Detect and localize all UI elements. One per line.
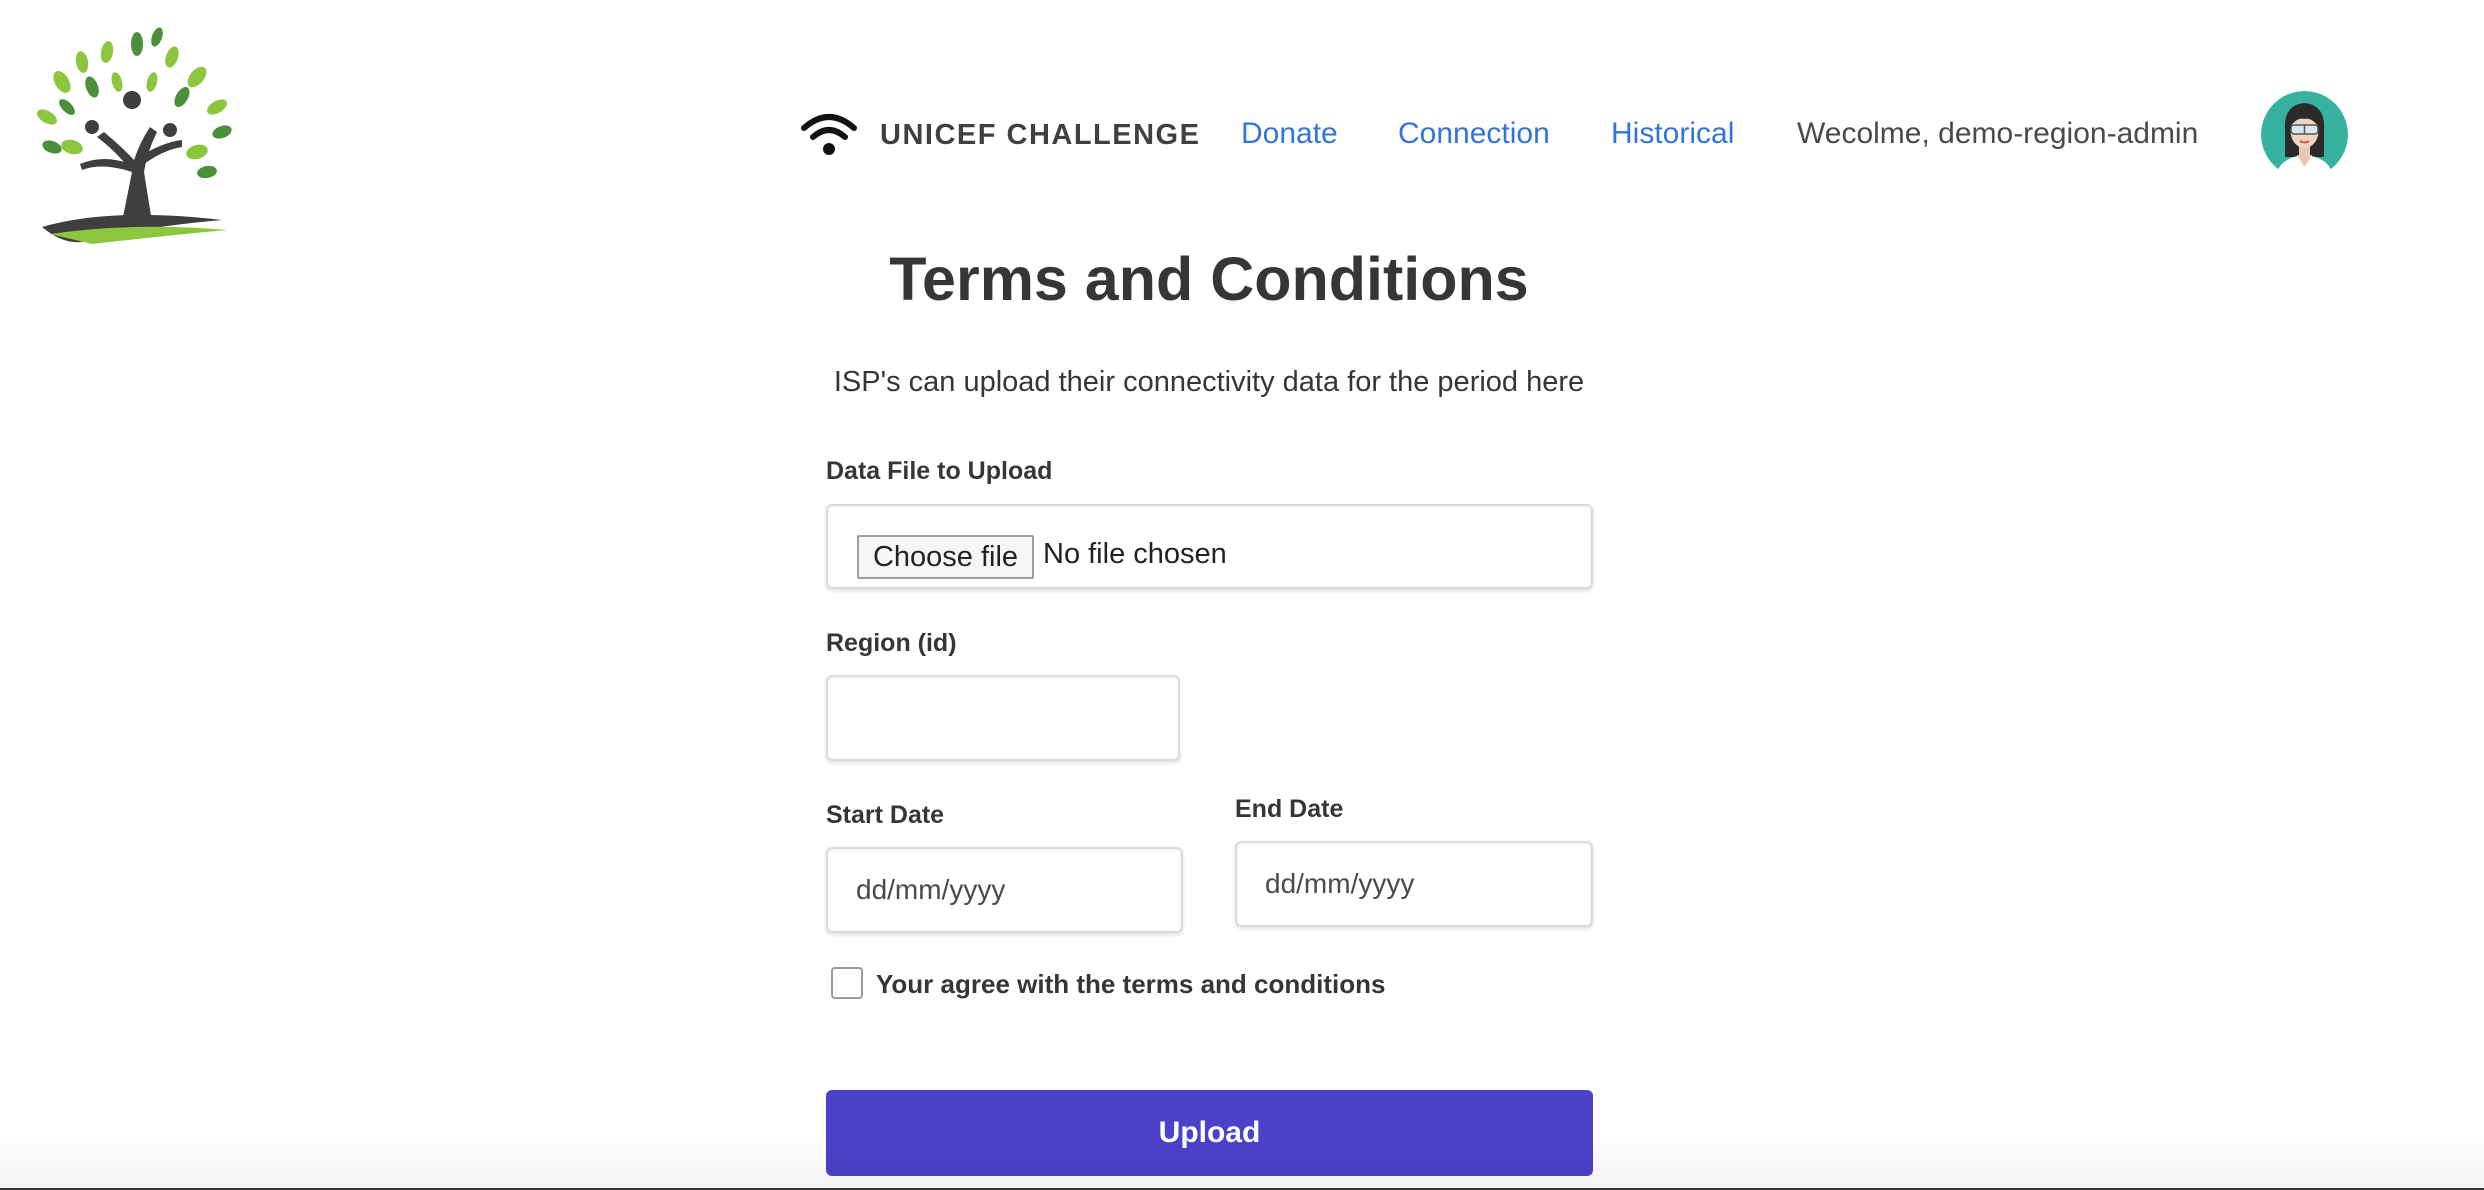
end-date-input[interactable] xyxy=(1235,841,1593,927)
navbar-brand[interactable]: UNICEF CHALLENGE xyxy=(800,112,1200,158)
nav-link-historical[interactable]: Historical xyxy=(1611,117,1734,151)
agree-label: Your agree with the terms and conditions xyxy=(876,969,1386,999)
choose-file-button[interactable]: Choose file xyxy=(857,535,1034,579)
page-title: Terms and Conditions xyxy=(889,245,1529,313)
nav-link-connection[interactable]: Connection xyxy=(1398,117,1550,151)
file-upload-field[interactable]: Choose file No file chosen xyxy=(826,504,1593,589)
brand-title: UNICEF CHALLENGE xyxy=(880,118,1201,151)
end-date-label: End Date xyxy=(1235,795,1344,823)
agree-checkbox[interactable] xyxy=(831,967,863,999)
region-input[interactable] xyxy=(826,675,1180,761)
wifi-icon xyxy=(801,114,857,155)
upload-button[interactable]: Upload xyxy=(826,1090,1593,1176)
nav-link-donate[interactable]: Donate xyxy=(1241,117,1338,151)
start-date-label: Start Date xyxy=(826,801,945,829)
region-label: Region (id) xyxy=(826,629,957,657)
page: UNICEF CHALLENGE Donate Connection Histo… xyxy=(0,0,2484,1190)
user-avatar[interactable] xyxy=(2261,91,2348,178)
file-status: No file chosen xyxy=(1043,538,1227,570)
tree-logo xyxy=(37,27,232,244)
welcome-message: Wecolme, demo-region-admin xyxy=(1797,117,2199,150)
page-subtitle: ISP's can upload their connectivity data… xyxy=(833,366,1585,398)
file-upload-label: Data File to Upload xyxy=(826,457,1053,485)
start-date-input[interactable] xyxy=(826,847,1183,933)
